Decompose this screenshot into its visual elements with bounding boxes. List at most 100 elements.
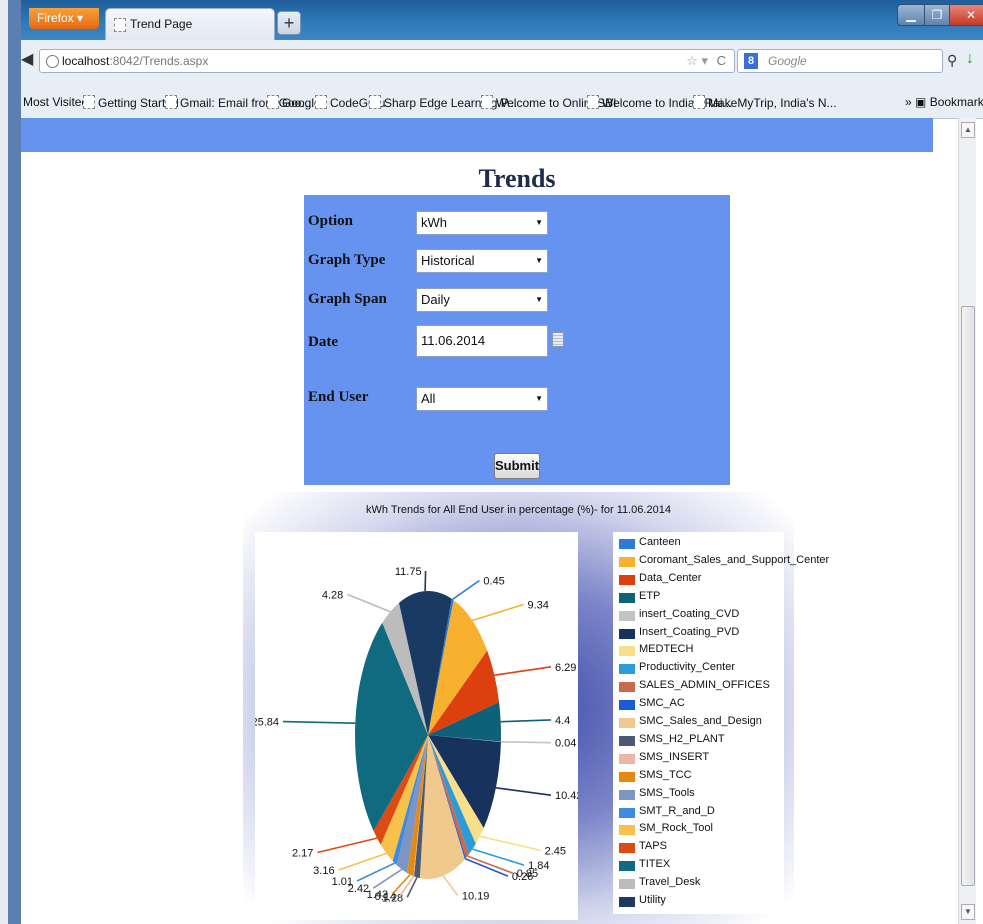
graph-type-select[interactable]: Historical ▼ — [416, 249, 548, 273]
legend-label: SMS_H2_PLANT — [639, 732, 725, 745]
close-window-button[interactable]: ✕ — [949, 4, 983, 26]
end-user-select[interactable]: All ▼ — [416, 387, 548, 411]
slice-value-label: 6.29 — [555, 662, 576, 674]
legend-label: SM_Rock_Tool — [639, 822, 713, 835]
leader-line — [424, 570, 427, 592]
legend-swatch — [619, 879, 635, 890]
option-select-value: kWh — [421, 215, 447, 230]
end-user-select-value: All — [421, 391, 436, 406]
option-select[interactable]: kWh ▼ — [416, 211, 548, 235]
legend-item: ETP — [619, 590, 785, 608]
legend-label: TAPS — [639, 840, 667, 853]
scroll-down-button[interactable]: ▼ — [961, 904, 975, 920]
leader-line — [317, 837, 378, 854]
bookmarks-menu-label: Bookmarks — [929, 95, 983, 109]
slice-value-label: 1.43 — [367, 889, 388, 901]
firefox-menu-button[interactable]: Firefox ▾ — [29, 8, 99, 29]
legend-label: SMT_R_and_D — [639, 804, 715, 817]
option-label: Option — [308, 213, 354, 229]
minimize-button[interactable]: ▁ — [897, 4, 925, 26]
reload-icon[interactable]: C — [717, 53, 726, 68]
date-input[interactable]: 11.06.2014 — [416, 325, 548, 357]
slice-value-label: 25.84 — [255, 717, 279, 729]
legend-label: SMC_AC — [639, 697, 685, 710]
leader-line — [406, 876, 418, 898]
scroll-thumb[interactable] — [961, 306, 975, 886]
pie-plot-area: 0.459.346.294.40.0410.422.451.840.850.26… — [251, 532, 583, 920]
bookmark-google[interactable]: Google — [267, 95, 321, 110]
legend-swatch — [619, 897, 635, 907]
dropdown-arrow-icon: ▼ — [535, 295, 543, 304]
leader-line — [282, 720, 356, 724]
slice-value-label: 1.01 — [332, 876, 353, 888]
legend-label: ETP — [639, 589, 661, 602]
legend-label: Productivity_Center — [639, 661, 735, 674]
bookmark-most-visited[interactable]: Most Visited — [23, 95, 88, 109]
legend-swatch — [619, 718, 635, 728]
legend-label: Coromant_Sales_and_Support_Center — [639, 553, 830, 566]
download-icon[interactable]: ↓ — [966, 50, 974, 68]
calendar-icon[interactable] — [552, 332, 564, 347]
search-box[interactable]: 8 Google — [737, 49, 943, 73]
slice-value-label: 10.19 — [462, 891, 490, 903]
graph-type-label: Graph Type — [308, 252, 386, 268]
legend-item: Data_Center — [619, 572, 785, 590]
date-label: Date — [308, 334, 338, 350]
legend-item: Productivity_Center — [619, 661, 785, 679]
address-bar[interactable]: localhost:8042/Trends.aspx ☆ ▾ C — [39, 49, 735, 73]
slice-value-label: 2.45 — [545, 845, 566, 857]
bookmark-makemytrip[interactable]: MakeMyTrip, India's N... — [693, 95, 837, 110]
tab-title: Trend Page — [130, 17, 193, 31]
back-button[interactable]: ◀ — [21, 48, 39, 72]
leader-line — [472, 848, 525, 866]
background-window-edge — [0, 0, 21, 924]
search-placeholder: Google — [768, 54, 807, 68]
leader-line — [479, 835, 541, 852]
dropdown-arrow-icon: ▼ — [535, 394, 543, 403]
legend-label: SMC_Sales_and_Design — [639, 715, 762, 727]
legend-swatch — [619, 807, 635, 818]
page-icon — [83, 95, 95, 109]
legend-label: MEDTECH — [639, 643, 694, 656]
slice-value-label: 0.45 — [483, 576, 504, 588]
legend-item: Canteen — [619, 536, 785, 554]
bookmark-star-icon[interactable]: ☆ ▾ — [686, 53, 708, 69]
graph-type-select-value: Historical — [421, 253, 475, 268]
leader-line — [347, 593, 391, 613]
legend-label: SMS_TCC — [639, 768, 692, 781]
page-icon — [481, 95, 493, 109]
page-icon — [165, 95, 177, 109]
legend-swatch — [619, 646, 635, 657]
navigation-toolbar: ◀ localhost:8042/Trends.aspx ☆ ▾ C 8 Goo… — [21, 40, 983, 89]
slice-value-label: 10.42 — [555, 790, 578, 802]
pie-chart-svg: 0.459.346.294.40.0410.422.451.840.850.26… — [251, 566, 582, 904]
slice-value-label: 9.34 — [528, 600, 549, 612]
legend-swatch — [619, 700, 635, 711]
submit-button[interactable]: Submit — [494, 453, 540, 479]
legend-swatch — [619, 861, 635, 872]
scroll-up-button[interactable]: ▲ — [961, 122, 975, 138]
legend-swatch — [619, 771, 635, 782]
search-icon[interactable]: ⚲ — [947, 52, 957, 69]
graph-span-select[interactable]: Daily ▼ — [416, 288, 548, 312]
new-tab-button[interactable]: + — [277, 11, 301, 35]
url-text: localhost:8042/Trends.aspx — [62, 54, 208, 68]
legend-item: SMS_INSERT — [619, 751, 785, 769]
bookmarks-menu[interactable]: » ▣ Bookmarks — [905, 95, 983, 109]
legend-label: Travel_Desk — [639, 876, 701, 889]
window-titlebar: Firefox ▾ Trend Page + ▁ ❐ ✕ — [21, 0, 983, 40]
page-scrollbar[interactable]: ▲ ▼ — [958, 118, 976, 924]
leader-line — [452, 579, 480, 601]
leader-line — [338, 852, 387, 871]
legend-item: SALES_ADMIN_OFFICES — [619, 679, 785, 697]
google-engine-icon[interactable]: 8 — [744, 53, 758, 69]
legend-label: SMS_INSERT — [639, 750, 710, 763]
browser-tab[interactable]: Trend Page — [105, 8, 275, 40]
legend-item: SMC_Sales_and_Design — [619, 715, 785, 733]
bookmark-label: MakeMyTrip, India's N... — [708, 96, 837, 110]
maximize-button[interactable]: ❐ — [924, 4, 950, 26]
slice-value-label: 0.26 — [512, 871, 533, 883]
url-path: :8042/Trends.aspx — [109, 54, 209, 68]
legend-item: MEDTECH — [619, 643, 785, 661]
chart-title: kWh Trends for All End User in percentag… — [366, 504, 671, 516]
